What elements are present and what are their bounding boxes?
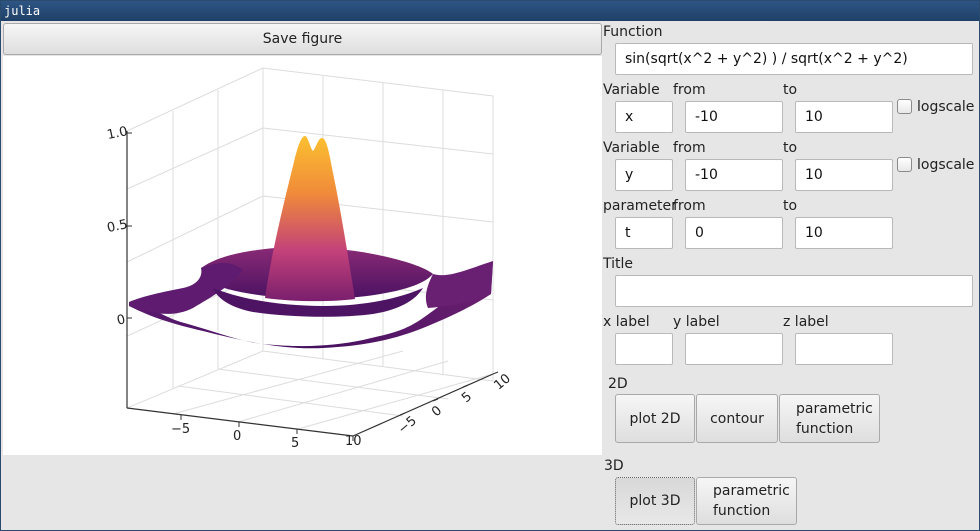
- t-to-input[interactable]: 10: [795, 217, 893, 249]
- function-input[interactable]: sin(sqrt(x^2 + y^2) ) / sqrt(x^2 + y^2): [615, 43, 973, 75]
- x-tick-label-3: 5: [291, 436, 299, 451]
- surface-peak: [265, 136, 355, 302]
- y-tick-label-4: 10: [491, 371, 513, 393]
- y-tick-label-2: 0: [429, 403, 445, 420]
- function-label: Function: [603, 24, 663, 40]
- z-label-label: z label: [783, 314, 829, 330]
- parameter-label: parameter: [603, 198, 677, 214]
- variable-x-label: Variable: [603, 82, 660, 98]
- y-label-label: y label: [673, 314, 720, 330]
- variable-y-label: Variable: [603, 140, 660, 156]
- x-from-label: from: [673, 82, 706, 98]
- x-logscale-checkbox[interactable]: [897, 99, 912, 114]
- surface-plot[interactable]: 1.0 0.5 0 −5 0 5 10 −5 0 5 10: [3, 56, 602, 455]
- x-variable-input[interactable]: x: [615, 101, 673, 133]
- z-ticks: [127, 132, 132, 319]
- plot-area[interactable]: 1.0 0.5 0 −5 0 5 10 −5 0 5 10: [3, 56, 602, 455]
- x-tick-label-2: 0: [233, 429, 241, 444]
- contour-button[interactable]: contour: [696, 394, 778, 443]
- section-3d-label: 3D: [604, 458, 624, 474]
- y-to-label: to: [783, 140, 798, 156]
- app-window: julia Save figure 1.0 0.5 0 −5 0 5 10 −5…: [0, 0, 980, 531]
- y-from-label: from: [673, 140, 706, 156]
- y-label-input[interactable]: [685, 333, 783, 365]
- plot-2d-button[interactable]: plot 2D: [615, 394, 695, 443]
- y-tick-label-1: −5: [395, 414, 419, 438]
- z-tick-label-1: 1.0: [106, 124, 129, 143]
- title-label: Title: [603, 256, 634, 272]
- x-label-input[interactable]: [615, 333, 673, 365]
- t-from-input[interactable]: 0: [685, 217, 783, 249]
- z-tick-label-3: 0: [116, 312, 127, 328]
- y-logscale-checkbox[interactable]: [897, 157, 912, 172]
- t-from-label: from: [673, 198, 706, 214]
- title-input[interactable]: [615, 275, 973, 307]
- x-from-input[interactable]: -10: [685, 101, 783, 133]
- surface: [129, 136, 493, 349]
- x-logscale-label: logscale: [917, 99, 975, 115]
- plot-3d-button[interactable]: plot 3D: [615, 477, 695, 525]
- x-to-label: to: [783, 82, 798, 98]
- parameter-input[interactable]: t: [615, 217, 673, 249]
- parametric-3d-button[interactable]: parametric function: [696, 477, 797, 525]
- y-to-input[interactable]: 10: [795, 159, 893, 191]
- x-label-label: x label: [603, 314, 650, 330]
- x-to-input[interactable]: 10: [795, 101, 893, 133]
- section-2d-label: 2D: [608, 376, 628, 392]
- y-variable-input[interactable]: y: [615, 159, 673, 191]
- z-tick-label-2: 0.5: [106, 217, 129, 236]
- surface-outer-right: [425, 261, 493, 308]
- y-logscale-label: logscale: [917, 157, 975, 173]
- y-tick-label-3: 5: [459, 389, 475, 406]
- z-label-input[interactable]: [795, 333, 893, 365]
- x-tick-label-1: −5: [171, 422, 190, 437]
- y-from-input[interactable]: -10: [685, 159, 783, 191]
- x-tick-label-4: 10: [345, 434, 362, 449]
- t-to-label: to: [783, 198, 798, 214]
- x-ticks: [180, 415, 354, 441]
- window-title: julia: [1, 1, 979, 21]
- parametric-2d-button[interactable]: parametric function: [779, 394, 880, 443]
- save-figure-button[interactable]: Save figure: [3, 23, 602, 55]
